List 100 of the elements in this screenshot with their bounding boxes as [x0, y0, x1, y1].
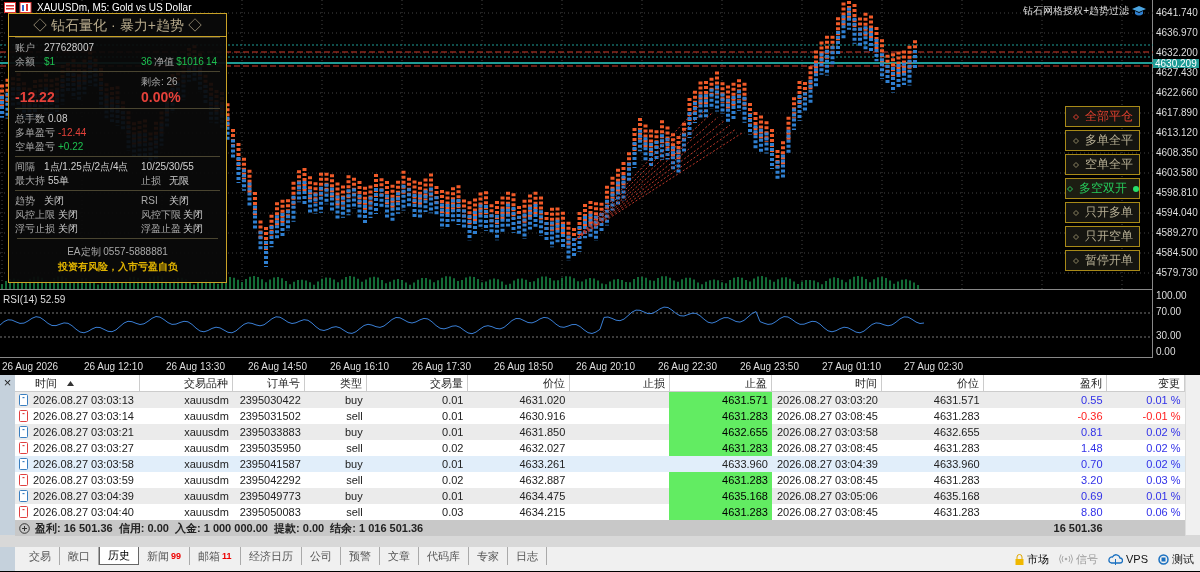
table-cell: 4630.916 [467, 408, 570, 424]
table-cell: 0.70 [983, 456, 1107, 472]
tab[interactable]: 邮箱 11 [190, 547, 241, 565]
panel-text: $1016 [176, 55, 204, 68]
table-cell: 4631.283 [669, 408, 772, 424]
table-cell: 2026.08.27 03:03:20 [771, 391, 882, 408]
panel-text: 间隔 [15, 160, 36, 173]
panel-text: 0.08 [48, 112, 68, 125]
table-cell: 2395035950 [232, 440, 305, 456]
rsi-axis-label: 100.00 [1156, 290, 1187, 301]
sort-ascending-icon [67, 380, 74, 386]
scrollbar[interactable] [1185, 375, 1200, 535]
table-row[interactable]: 2026.08.27 03:03:14 xauusdm 2395031502 sell 0.01 4630.916 4631.283 2026.08.27 03:08:45 4631.283 -0.36 -0.01 % [15, 408, 1185, 424]
cloud-icon [1108, 553, 1123, 565]
table-cell: buy [304, 424, 367, 440]
panel-text: 止损 [141, 174, 162, 187]
table-row[interactable]: 2026.08.27 03:03:27 xauusdm 2395035950 sell 0.02 4632.027 4631.283 2026.08.27 03:08:45 4631.283 1.48 0.02 % [15, 440, 1185, 456]
panel-text: 55单 [48, 174, 70, 187]
table-cell: 4635.168 [881, 488, 984, 504]
panel-text: 1点/1.25点/2点/4点 [44, 160, 129, 173]
table-cell: 2026.08.27 03:03:58 [771, 424, 882, 440]
table-cell: 2026.08.27 03:04:39 [771, 456, 882, 472]
panel-text: RSI [141, 194, 159, 207]
close-button[interactable]: × [3, 375, 12, 390]
price-axis-label: 4608.350 [1155, 147, 1198, 158]
column-header[interactable]: 交易品种 [139, 375, 233, 392]
control-button[interactable]: 多单全平 [1065, 130, 1140, 151]
table-cell: 0.01 % [1106, 391, 1185, 408]
table-cell: 0.06 % [1106, 504, 1185, 520]
table-row[interactable]: 2026.08.27 03:03:21 xauusdm 2395033883 buy 0.01 4631.850 4632.655 2026.08.27 03:03:58 4632.655 0.81 0.02 % [15, 424, 1185, 440]
status-button[interactable]: VPS [1108, 553, 1148, 565]
table-cell: xauusdm [139, 504, 233, 520]
expand-icon[interactable] [19, 522, 30, 534]
panel-text: 关闭 [58, 222, 78, 235]
column-header[interactable]: 价位 [467, 375, 570, 392]
column-header[interactable]: 时间 [771, 375, 882, 392]
tab[interactable]: 专家 [468, 547, 508, 565]
time-axis-label: 26 Aug 20:10 [575, 360, 636, 372]
column-header[interactable]: 变更 [1106, 375, 1185, 392]
time-axis-label: 26 Aug 22:30 [657, 360, 718, 372]
control-button[interactable]: 全部平仓 [1065, 106, 1140, 127]
table-cell: xauusdm [139, 456, 233, 472]
panel-text: +0.22 [58, 140, 84, 153]
tab[interactable]: 历史 [99, 547, 139, 565]
column-header[interactable]: 时间 [15, 375, 140, 392]
tab[interactable]: 公司 [301, 547, 341, 565]
table-cell: 2026.08.27 03:08:45 [771, 504, 882, 520]
table-cell: 2395030422 [232, 391, 305, 408]
panel-text: 多单盈亏 [15, 126, 55, 139]
table-row[interactable]: 2026.08.27 03:04:40 xauusdm 2395050083 sell 0.03 4634.215 4631.283 2026.08.27 03:08:45 4631.283 8.80 0.06 % [15, 504, 1185, 520]
control-button[interactable]: 多空双开 [1065, 178, 1140, 199]
tab[interactable]: 文章 [379, 547, 419, 565]
table-cell: 0.01 [366, 456, 468, 472]
tab[interactable]: 日志 [507, 547, 547, 565]
column-header[interactable]: 类型 [304, 375, 367, 392]
table-row[interactable]: 2026.08.27 03:03:58 xauusdm 2395041587 buy 0.01 4633.261 4633.960 2026.08.27 03:04:39 4633.960 0.70 0.02 % [15, 456, 1185, 472]
tab[interactable]: 代码库 [418, 547, 469, 565]
column-header[interactable]: 价位 [881, 375, 984, 392]
table-cell: xauusdm [139, 424, 233, 440]
table-cell: 0.01 [366, 424, 468, 440]
column-header[interactable]: 交易量 [366, 375, 468, 392]
table-cell: 0.02 [366, 472, 468, 488]
control-button[interactable]: 空单全平 [1065, 154, 1140, 175]
column-header[interactable]: 盈利 [983, 375, 1107, 392]
table-row[interactable]: 2026.08.27 03:03:59 xauusdm 2395042292 sell 0.02 4632.887 4631.283 2026.08.27 03:08:45 4631.283 3.20 0.03 % [15, 472, 1185, 488]
status-button[interactable]: 市场 [1015, 551, 1049, 567]
chart-title: XAUUSDm, M5: Gold vs US Dollar [37, 2, 192, 13]
diamond-icon [1072, 233, 1079, 240]
control-button[interactable]: 暂停开单 [1065, 250, 1140, 271]
table-cell: 2026.08.27 03:04:39 [33, 490, 134, 502]
column-header[interactable]: 止损 [569, 375, 670, 392]
table-cell: 4632.887 [467, 472, 570, 488]
tab[interactable]: 预警 [340, 547, 380, 565]
tab[interactable]: 经济日历 [240, 547, 302, 565]
column-header[interactable]: 订单号 [232, 375, 305, 392]
table-cell: 2395033883 [232, 424, 305, 440]
table-cell: 2395050083 [232, 504, 305, 520]
control-button[interactable]: 只开空单 [1065, 226, 1140, 247]
table-cell: xauusdm [139, 472, 233, 488]
table-cell: 4631.020 [467, 391, 570, 408]
diamond-icon [1072, 137, 1079, 144]
tab[interactable]: 交易 [21, 547, 60, 565]
panel-text: 风控下限 [141, 208, 181, 221]
table-cell: 4631.850 [467, 424, 570, 440]
diamond-icon [1066, 185, 1073, 192]
table-row[interactable]: 2026.08.27 03:04:39 xauusdm 2395049773 buy 0.01 4634.475 4635.168 2026.08.27 03:05:06 4635.168 0.69 0.01 % [15, 488, 1185, 504]
table-cell: 4633.261 [467, 456, 570, 472]
tab[interactable]: 新闻 99 [139, 547, 190, 565]
summary-total: 16 501.36 [983, 520, 1107, 536]
time-axis-label: 26 Aug 16:10 [329, 360, 390, 372]
column-header[interactable]: 止盈 [669, 375, 772, 392]
panel-text: 0.00% [141, 89, 181, 105]
table-cell: 4634.215 [467, 504, 570, 520]
table-cell: 2395049773 [232, 488, 305, 504]
status-button[interactable]: 测试 [1158, 551, 1194, 567]
tester-icon [1158, 553, 1169, 565]
table-cell: 0.55 [983, 391, 1107, 408]
control-button[interactable]: 只开多单 [1065, 202, 1140, 223]
panel-text: 浮亏止损 [15, 222, 55, 235]
table-cell: 3.20 [983, 472, 1107, 488]
